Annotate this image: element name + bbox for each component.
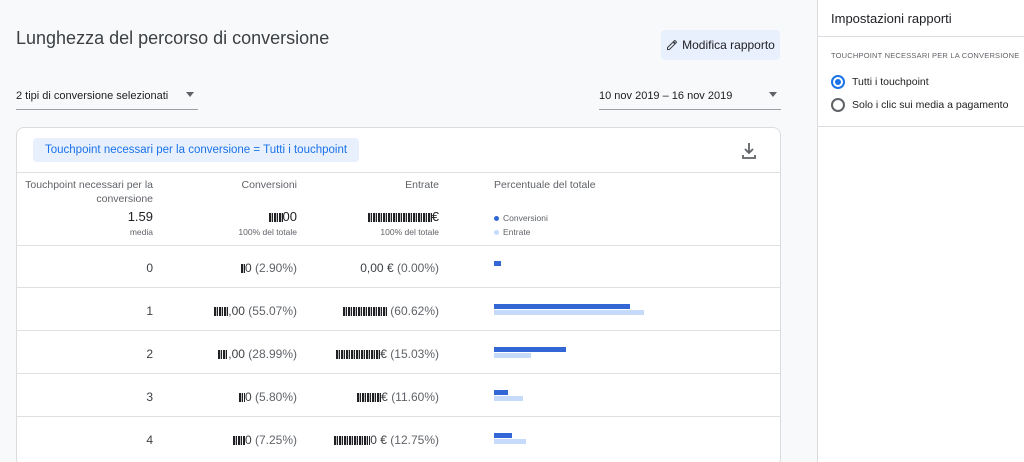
legend-conversions: Conversioni: [494, 213, 548, 223]
legend-dot: [494, 215, 499, 221]
radio-paid-clicks[interactable]: Solo i clic sui media a pagamento: [831, 98, 1008, 112]
radio-label: Solo i clic sui media a pagamento: [852, 99, 1009, 111]
redacted-mark: [334, 436, 371, 446]
cell-conversions: 0 (5.80%): [167, 390, 297, 404]
table-row: 4 0 (7.25%) 0 € (12.75%): [17, 417, 780, 460]
redacted-mark: [214, 307, 229, 317]
cell-touchpoints: 1: [146, 304, 153, 318]
bar-conversions: [494, 390, 509, 395]
edit-report-label: Modifica rapporto: [682, 38, 775, 52]
conversion-type-value: 2 tipi di conversione selezionati: [16, 89, 169, 102]
cell-conversions: ,00 (55.07%): [167, 304, 297, 318]
chevron-down-icon: [769, 92, 777, 97]
redacted-mark: [342, 307, 387, 317]
divider: [17, 172, 780, 173]
redacted-mark: [268, 213, 283, 223]
cell-conversions: ,00 (28.99%): [167, 347, 297, 361]
cell-conversions: 0 (2.90%): [167, 261, 297, 275]
summary-revenue-sub: 100% del totale: [380, 227, 439, 237]
cell-touchpoints: 4: [146, 433, 153, 447]
bar-revenue: [494, 353, 532, 358]
bar-conversions: [494, 347, 566, 352]
table-row: 3 0 (5.80%) € (11.60%): [17, 374, 780, 417]
conversion-type-dropdown[interactable]: 2 tipi di conversione selezionati: [16, 82, 198, 110]
redacted-mark: [336, 350, 381, 360]
panel-section-heading: TOUCHPOINT NECESSARI PER LA CONVERSIONE: [831, 51, 1020, 60]
cell-touchpoints: 2: [146, 347, 153, 361]
column-header-conversions[interactable]: Conversioni: [197, 178, 297, 192]
bar-revenue: [494, 396, 523, 401]
bar-conversions: [494, 304, 631, 309]
edit-report-button[interactable]: Modifica rapporto: [661, 30, 780, 60]
cell-revenue: € (11.60%): [289, 390, 439, 404]
radio-selected-icon[interactable]: [831, 75, 845, 89]
table-row: 0 0 (2.90%) 0,00 € (0.00%): [17, 245, 780, 288]
legend-revenue: Entrate: [494, 227, 530, 237]
cell-touchpoints: 3: [146, 390, 153, 404]
cell-conversions: 0 (7.25%): [167, 433, 297, 447]
summary-revenue-value: €: [339, 209, 439, 224]
filter-chip[interactable]: Touchpoint necessari per la conversione …: [33, 138, 360, 162]
summary-touchpoints-value: 1.59: [127, 209, 153, 224]
cell-revenue: 0 € (12.75%): [289, 433, 439, 447]
redacted-mark: [357, 393, 382, 403]
report-card: Touchpoint necessari per la conversione …: [16, 127, 781, 462]
redacted-mark: [218, 350, 229, 360]
bar-conversions: [494, 433, 512, 438]
page-title: Lunghezza del percorso di conversione: [16, 28, 330, 48]
cell-revenue: € (15.03%): [289, 347, 439, 361]
main-area: Lunghezza del percorso di conversione Mo…: [0, 0, 817, 462]
download-icon[interactable]: [741, 142, 757, 160]
column-header-percent: Percentuale del totale: [494, 179, 596, 191]
date-range-dropdown[interactable]: 10 nov 2019 – 16 nov 2019: [599, 82, 781, 110]
divider: [818, 126, 1024, 127]
legend-dot: [494, 229, 499, 235]
bar-revenue: [494, 439, 526, 444]
summary-conversions-value: 00: [197, 209, 297, 224]
table-row: 1 ,00 (55.07%) (60.62%): [17, 288, 780, 331]
redacted-mark: [367, 213, 432, 223]
cell-revenue: 0,00 € (0.00%): [360, 261, 439, 275]
panel-title: Impostazioni rapporti: [831, 11, 952, 26]
date-range-value: 10 nov 2019 – 16 nov 2019: [599, 89, 733, 102]
chevron-down-icon: [186, 92, 194, 97]
summary-conversions-sub: 100% del totale: [238, 227, 297, 237]
table-row: 2 ,00 (28.99%) € (15.03%): [17, 331, 780, 374]
cell-touchpoints: 0: [146, 261, 153, 275]
cell-revenue: (60.62%): [289, 304, 439, 318]
bar-conversions: [494, 261, 502, 266]
pencil-icon: [667, 40, 678, 50]
report-settings-panel: Impostazioni rapporti TOUCHPOINT NECESSA…: [817, 0, 1024, 462]
bar-revenue: [494, 310, 645, 315]
column-header-touchpoints[interactable]: Touchpoint necessari per la conversione: [19, 178, 153, 206]
radio-unselected-icon[interactable]: [831, 98, 845, 112]
divider: [818, 36, 1024, 37]
column-header-revenue[interactable]: Entrate: [339, 178, 439, 192]
radio-all-touchpoints[interactable]: Tutti i touchpoint: [831, 75, 929, 89]
summary-touchpoints-sub: media: [129, 227, 153, 237]
radio-label: Tutti i touchpoint: [852, 76, 929, 88]
redacted-mark: [232, 436, 245, 446]
